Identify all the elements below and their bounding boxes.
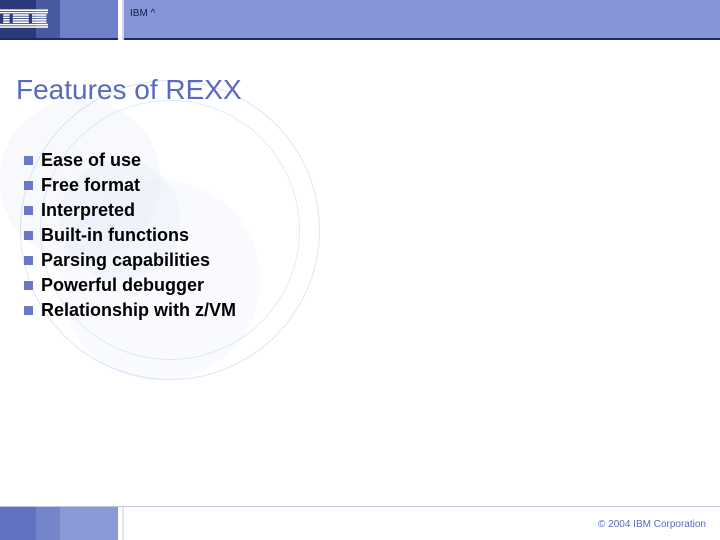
bullet-square-icon bbox=[24, 256, 33, 265]
bullet-square-icon bbox=[24, 206, 33, 215]
list-item: Relationship with z/VM bbox=[24, 300, 236, 321]
list-item: Parsing capabilities bbox=[24, 250, 236, 271]
footer-band: © 2004 IBM Corporation bbox=[0, 506, 720, 540]
bullet-text: Relationship with z/VM bbox=[41, 300, 236, 321]
header-divider-2 bbox=[122, 0, 124, 40]
bullet-square-icon bbox=[24, 231, 33, 240]
footer-divider-2 bbox=[122, 507, 124, 540]
bullet-square-icon bbox=[24, 281, 33, 290]
header-label: IBM ^ bbox=[130, 8, 155, 19]
bullet-list: Ease of use Free format Interpreted Buil… bbox=[24, 150, 236, 325]
ibm-logo-icon bbox=[0, 9, 48, 29]
list-item: Built-in functions bbox=[24, 225, 236, 246]
list-item: Free format bbox=[24, 175, 236, 196]
header-band: IBM ^ bbox=[0, 0, 720, 40]
bullet-square-icon bbox=[24, 181, 33, 190]
bullet-square-icon bbox=[24, 156, 33, 165]
list-item: Interpreted bbox=[24, 200, 236, 221]
bullet-square-icon bbox=[24, 306, 33, 315]
slide: IBM ^ Features o bbox=[0, 0, 720, 540]
list-item: Powerful debugger bbox=[24, 275, 236, 296]
list-item: Ease of use bbox=[24, 150, 236, 171]
bullet-text: Ease of use bbox=[41, 150, 141, 171]
bullet-text: Parsing capabilities bbox=[41, 250, 210, 271]
bullet-text: Interpreted bbox=[41, 200, 135, 221]
footer-copyright: © 2004 IBM Corporation bbox=[598, 519, 706, 530]
slide-title: Features of REXX bbox=[16, 74, 242, 106]
bullet-text: Powerful debugger bbox=[41, 275, 204, 296]
bullet-text: Built-in functions bbox=[41, 225, 189, 246]
bullet-text: Free format bbox=[41, 175, 140, 196]
